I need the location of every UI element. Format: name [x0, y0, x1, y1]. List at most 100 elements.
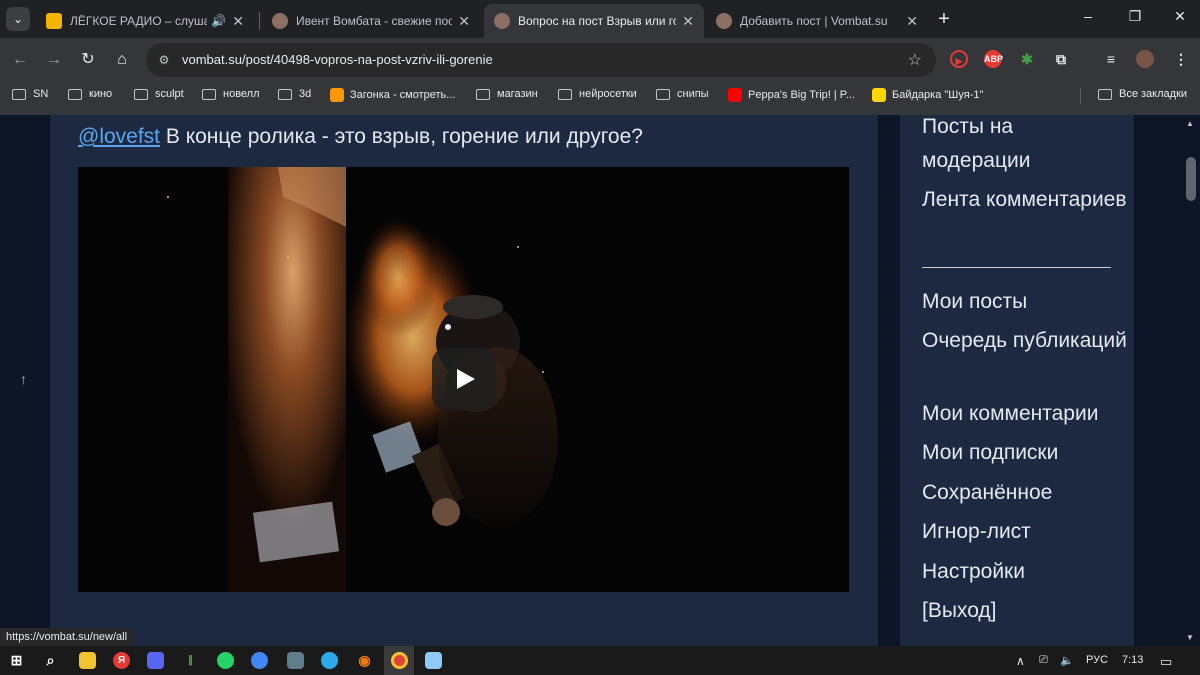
menu-kebab-icon[interactable]: ⋮: [1172, 50, 1190, 68]
tab-vombat-event[interactable]: Ивент Вомбата - свежие посты ✕: [262, 4, 480, 38]
bookmark-baidarka[interactable]: Байдарка "Шуя-1": [872, 88, 983, 102]
extension-player-icon[interactable]: ▶: [950, 50, 968, 68]
home-icon[interactable]: ⌂: [110, 48, 134, 72]
bookmark-magazin[interactable]: магазин: [476, 88, 538, 100]
scroll-up-icon[interactable]: ▲: [1186, 119, 1194, 128]
bookmark-sn[interactable]: SN: [12, 88, 48, 100]
user-mention-link[interactable]: @lovefst: [78, 125, 160, 148]
forward-icon[interactable]: →: [42, 48, 66, 72]
folder-icon: [656, 88, 670, 100]
media-queue-icon[interactable]: ≡: [1102, 50, 1120, 68]
speaker-icon[interactable]: 🔊: [211, 14, 226, 28]
menu-moderation-posts[interactable]: Посты на модерации: [922, 115, 1127, 178]
scroll-to-top-icon[interactable]: ↑: [20, 371, 27, 387]
photo-viewer-icon[interactable]: [425, 652, 442, 669]
site-settings-icon[interactable]: ⚙: [156, 52, 172, 68]
tab-vombat-question[interactable]: Вопрос на пост Взрыв или горение ✕: [484, 4, 704, 38]
tab-vombat-add-post[interactable]: Добавить пост | Vombat.su ✕: [706, 4, 928, 38]
tab-separator: [259, 12, 260, 30]
all-bookmarks[interactable]: Все закладки: [1098, 88, 1187, 100]
page-scrollbar[interactable]: ▲ ▼: [1182, 115, 1200, 646]
menu-logout[interactable]: [Выход]: [922, 594, 1127, 628]
notifications-icon[interactable]: ▭: [1160, 654, 1172, 670]
bookmark-zagonka[interactable]: Загонка - смотреть...: [330, 88, 455, 102]
radio-favicon-icon: [46, 13, 62, 29]
app-green-icon[interactable]: ∥: [182, 652, 199, 669]
bookmark-neiroseti[interactable]: нейросетки: [558, 88, 637, 100]
volume-icon[interactable]: 🔈: [1060, 654, 1074, 667]
back-icon[interactable]: ←: [8, 48, 32, 72]
video-player[interactable]: [78, 167, 849, 592]
restore-icon[interactable]: ❐: [1125, 8, 1145, 25]
browser-chrome: ⌄ ЛЁГКОЕ РАДИО – слушать 🔊 ✕ Ивент Вомба…: [0, 0, 1200, 115]
yandex-browser-icon[interactable]: Я: [113, 652, 130, 669]
address-bar[interactable]: ⚙ vombat.su/post/40498-vopros-na-post-vz…: [146, 43, 936, 77]
folder-icon: [202, 88, 216, 100]
close-tab-icon[interactable]: ✕: [232, 13, 244, 30]
tab-title: Вопрос на пост Взрыв или горение: [518, 14, 677, 28]
menu-saved[interactable]: Сохранённое: [922, 476, 1127, 510]
minimize-icon[interactable]: –: [1078, 8, 1098, 24]
tab-title: Ивент Вомбата - свежие посты: [296, 14, 453, 28]
windows-start-icon[interactable]: ⊞: [8, 652, 25, 669]
extensions-puzzle-icon[interactable]: ⧉: [1052, 50, 1070, 68]
post-question: @lovefst В конце ролика - это взрыв, гор…: [78, 125, 643, 149]
menu-my-subscriptions[interactable]: Мои подписки: [922, 436, 1127, 470]
close-window-icon[interactable]: ✕: [1170, 8, 1190, 25]
file-explorer-icon[interactable]: [79, 652, 96, 669]
chrome-alt-icon[interactable]: [251, 652, 268, 669]
close-tab-icon[interactable]: ✕: [682, 13, 694, 30]
bookmark-3d[interactable]: 3d: [278, 88, 311, 100]
whatsapp-icon[interactable]: [217, 652, 234, 669]
reload-icon[interactable]: ↻: [76, 48, 100, 72]
clock[interactable]: 7:13: [1122, 654, 1143, 666]
question-text: В конце ролика - это взрыв, горение или …: [160, 125, 643, 148]
telegram-icon[interactable]: [321, 652, 338, 669]
network-icon[interactable]: ⎚: [1039, 654, 1048, 667]
bookmark-sculpt[interactable]: sculpt: [134, 88, 184, 100]
scroll-down-icon[interactable]: ▼: [1186, 633, 1194, 642]
tab-radio[interactable]: ЛЁГКОЕ РАДИО – слушать 🔊 ✕: [36, 4, 254, 38]
folder-icon: [12, 88, 26, 100]
bookmarks-separator: [1080, 88, 1081, 104]
tab-search-button[interactable]: ⌄: [6, 7, 30, 31]
search-icon[interactable]: ⌕: [42, 652, 59, 669]
zagonka-favicon-icon: [330, 88, 344, 102]
toolbar: ← → ↻ ⌂ ⚙ vombat.su/post/40498-vopros-na…: [0, 38, 1200, 82]
bookmark-novell[interactable]: новелл: [202, 88, 260, 100]
bookmark-snipy[interactable]: снипы: [656, 88, 709, 100]
new-tab-button[interactable]: +: [934, 8, 954, 30]
scrollbar-thumb[interactable]: [1186, 157, 1196, 201]
post-panel: @lovefst В конце ролика - это взрыв, гор…: [50, 115, 878, 646]
close-tab-icon[interactable]: ✕: [906, 13, 918, 30]
wombat-favicon-icon: [494, 13, 510, 29]
blender-icon[interactable]: ◉: [356, 652, 373, 669]
menu-ignore-list[interactable]: Игнор-лист: [922, 515, 1127, 549]
close-tab-icon[interactable]: ✕: [458, 13, 470, 30]
calculator-icon[interactable]: [287, 652, 304, 669]
chrome-icon[interactable]: [391, 652, 408, 669]
wombat-favicon-icon: [716, 13, 732, 29]
folder-icon: [558, 88, 572, 100]
tab-title: ЛЁГКОЕ РАДИО – слушать: [70, 14, 208, 28]
menu-my-comments[interactable]: Мои комментарии: [922, 397, 1127, 431]
bookmark-kino[interactable]: кино: [68, 88, 112, 100]
discord-icon[interactable]: [147, 652, 164, 669]
tab-strip: ⌄ ЛЁГКОЕ РАДИО – слушать 🔊 ✕ Ивент Вомба…: [0, 0, 1200, 38]
play-button[interactable]: [432, 348, 496, 410]
tray-expand-icon[interactable]: ∧: [1016, 654, 1025, 668]
menu-comments-feed[interactable]: Лента комментариев: [922, 183, 1127, 217]
page-content: ↑ @lovefst В конце ролика - это взрыв, г…: [0, 115, 1200, 646]
adblock-icon[interactable]: ABP: [984, 50, 1003, 68]
menu-settings[interactable]: Настройки: [922, 555, 1127, 589]
menu-publication-queue[interactable]: Очередь публикаций: [922, 324, 1127, 358]
profile-avatar[interactable]: [1136, 50, 1154, 68]
bookmark-star-icon[interactable]: ☆: [908, 50, 922, 70]
user-menu-panel: Посты на модерации Лента комментариев Мо…: [900, 115, 1134, 646]
folder-icon: [68, 88, 82, 100]
extension-color-icon[interactable]: ✱: [1018, 50, 1036, 68]
bookmark-peppa[interactable]: Peppa's Big Trip! | P...: [728, 88, 855, 102]
menu-my-posts[interactable]: Мои посты: [922, 285, 1127, 319]
language-indicator[interactable]: РУС: [1086, 654, 1108, 666]
url-text[interactable]: vombat.su/post/40498-vopros-na-post-vzri…: [182, 52, 493, 67]
